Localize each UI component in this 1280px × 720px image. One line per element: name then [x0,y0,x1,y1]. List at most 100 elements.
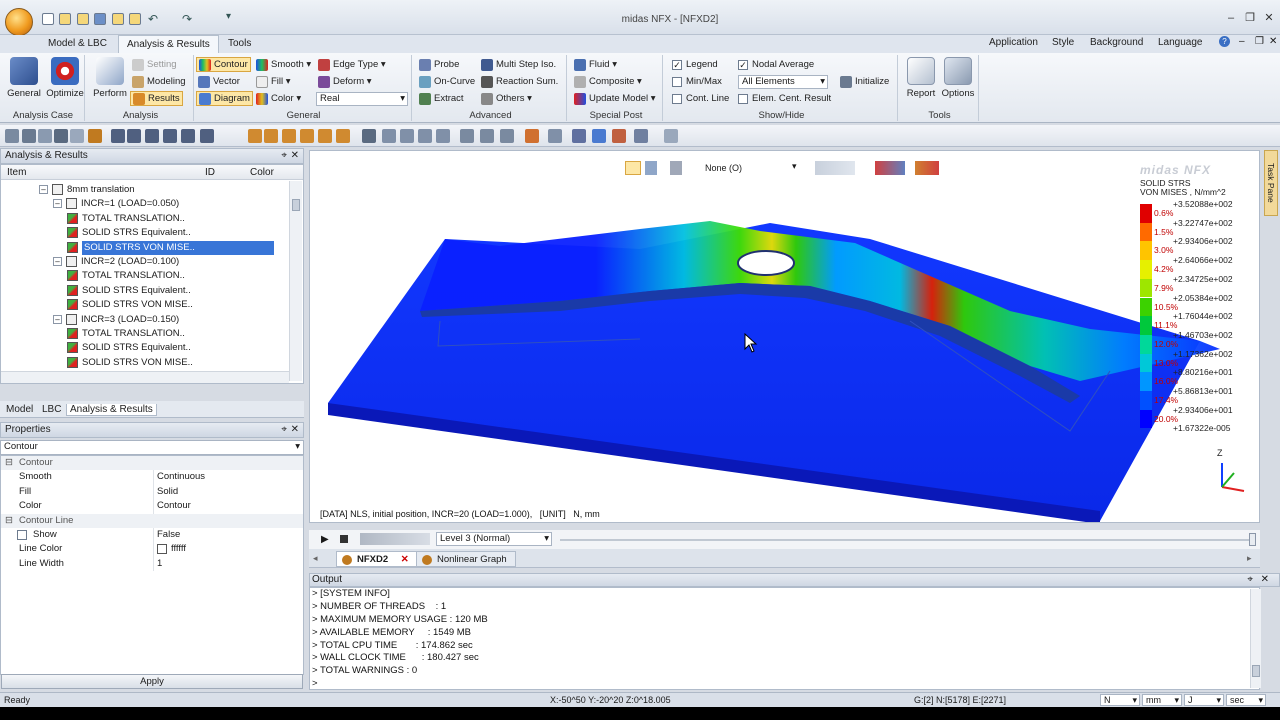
toolbar-tool-icon[interactable] [111,129,125,143]
property-row[interactable]: Line Color ffffff [1,542,303,557]
collapse-icon[interactable]: ⊟ [5,456,13,470]
extract-button[interactable]: Extract [419,91,464,106]
setting-button[interactable]: Setting [132,57,177,72]
pin-icon[interactable]: ⌖ [281,149,287,163]
save-icon[interactable] [94,13,106,25]
deform-dropdown[interactable]: Deform ▾ [318,74,372,89]
others-dropdown[interactable]: Others ▾ [481,91,532,106]
force-unit-select[interactable]: N ▾ [1100,694,1140,706]
select-mode-icon[interactable] [625,161,641,175]
optimize-button[interactable]: Optimize [46,57,84,99]
ribbon-minimize-icon[interactable]: – [1239,36,1245,47]
fluid-dropdown[interactable]: Fluid ▾ [574,57,617,72]
tree-item[interactable]: – INCR=1 (LOAD=0.050) [53,197,179,211]
property-row[interactable]: Line Width 1 [1,556,303,572]
legend-checkbox[interactable]: ✓ Legend [672,57,718,72]
results-button[interactable]: Results [130,91,183,106]
output-console[interactable]: > [SYSTEM INFO] > NUMBER OF THREADS : 1 > … [309,587,1260,690]
edge-type-dropdown[interactable]: Edge Type ▾ [318,57,386,72]
time-unit-select[interactable]: sec ▾ [1226,694,1266,706]
toolbar-tool-icon[interactable] [548,129,562,143]
snap-tools-icon[interactable] [815,161,855,175]
property-category[interactable]: ⊟ Contour [1,456,303,471]
menu-language[interactable]: Language [1158,37,1203,48]
close-icon[interactable]: ✕ [401,554,409,565]
open-folder-icon[interactable] [77,13,89,25]
property-category[interactable]: ⊟ Contour Line [1,513,303,528]
color-swatch[interactable] [157,544,167,555]
energy-unit-select[interactable]: J ▾ [1184,694,1224,706]
tab-lbc[interactable]: LBC [42,404,61,415]
scroll-thumb[interactable] [1252,665,1260,677]
vector-button[interactable]: Vector [198,74,240,89]
toolbar-tool-icon[interactable] [382,129,396,143]
toolbar-tool-icon[interactable] [318,129,332,143]
property-row[interactable]: Fill Solid [1,484,303,500]
property-value[interactable]: Continuous [157,470,205,484]
toolbar-tool-icon[interactable] [480,129,494,143]
doc-tab-nonlinear-graph[interactable]: Nonlinear Graph [416,551,516,567]
tree-hscrollbar[interactable] [1,371,289,383]
close-icon[interactable]: ✕ [291,149,299,163]
minimize-icon[interactable]: – [1224,12,1238,24]
expand-toggle-icon[interactable]: – [53,199,62,209]
tree-item[interactable]: – INCR=3 (LOAD=0.150) [53,313,179,327]
reaction-sum-button[interactable]: Reaction Sum. [481,74,558,89]
color-dropdown[interactable]: Color ▾ [256,91,301,106]
show-checkbox[interactable] [17,530,27,540]
fill-dropdown[interactable]: Fill ▾ [256,74,291,89]
tree-item[interactable]: SOLID STRS Equivalent.. [67,341,191,355]
nodal-average-checkbox[interactable]: ✓ Nodal Average [738,57,814,72]
toolbar-tool-icon[interactable] [200,129,214,143]
elem-cent-result-checkbox[interactable]: Elem. Cent. Result [738,91,831,106]
length-unit-select[interactable]: mm ▾ [1142,694,1182,706]
perform-button[interactable]: Perform [92,57,128,99]
animation-track[interactable] [560,539,1250,541]
pin-icon[interactable]: ⌖ [281,423,287,437]
open-file-icon[interactable] [59,13,71,25]
toolbar-tool-icon[interactable] [38,129,52,143]
initialize-button[interactable]: Initialize [840,74,889,89]
toolbar-tool-icon[interactable] [248,129,262,143]
tree-item[interactable]: SOLID STRS VON MISE.. [67,356,193,370]
tree-item[interactable]: SOLID STRS VON MISE.. [67,298,193,312]
toolbar-tool-icon[interactable] [525,129,539,143]
deform-scale-select[interactable]: Real ▾ [316,92,408,106]
toolbar-tool-icon[interactable] [612,129,626,143]
tree-item[interactable]: – 8mm translation [39,183,135,197]
property-value[interactable]: Solid [157,485,178,499]
expand-toggle-icon[interactable]: – [53,314,62,324]
animation-level-select[interactable]: Level 3 (Normal) ▾ [436,532,552,546]
expand-toggle-icon[interactable]: – [39,184,48,194]
tab-model-lbc[interactable]: Model & LBC [42,37,113,50]
smooth-dropdown[interactable]: Smooth ▾ [256,57,311,72]
property-value[interactable]: ffffff [171,542,186,556]
tab-analysis-results[interactable]: Analysis & Results [118,35,219,53]
menu-style[interactable]: Style [1052,37,1074,48]
toolbar-tool-icon[interactable] [572,129,586,143]
diagram-button[interactable]: Diagram [196,91,253,106]
toolbar-tool-icon[interactable] [634,129,648,143]
tab-tools[interactable]: Tools [222,37,257,50]
ribbon-restore-icon[interactable]: ❐ [1255,36,1264,47]
undo-icon[interactable]: ↶ [148,12,158,26]
toolbar-tool-icon[interactable] [264,129,278,143]
property-row[interactable]: Color Contour [1,499,303,514]
expand-toggle-icon[interactable]: – [53,256,62,266]
close-icon[interactable]: ✕ [1261,574,1269,586]
close-icon[interactable]: ✕ [1262,12,1276,24]
task-pane-tab[interactable]: Task Pane [1264,150,1278,216]
pin-icon[interactable]: ⌖ [1247,574,1253,586]
toolbar-tool-icon[interactable] [436,129,450,143]
record-tools-icon[interactable] [915,161,939,175]
column-color[interactable]: Color [250,167,274,178]
toolbar-tool-icon[interactable] [5,129,19,143]
properties-selector[interactable]: Contour ▾ [0,440,304,455]
display-tools-icon[interactable] [875,161,905,175]
tree-item[interactable]: SOLID STRS VON MISE.. [67,240,289,255]
update-model-dropdown[interactable]: Update Model ▾ [574,91,656,106]
tab-scroll-left-icon[interactable]: ◂ [313,553,318,564]
contour-button[interactable]: Contour [196,57,251,72]
cont-line-checkbox[interactable]: Cont. Line [672,91,729,106]
toolbar-tool-icon[interactable] [400,129,414,143]
